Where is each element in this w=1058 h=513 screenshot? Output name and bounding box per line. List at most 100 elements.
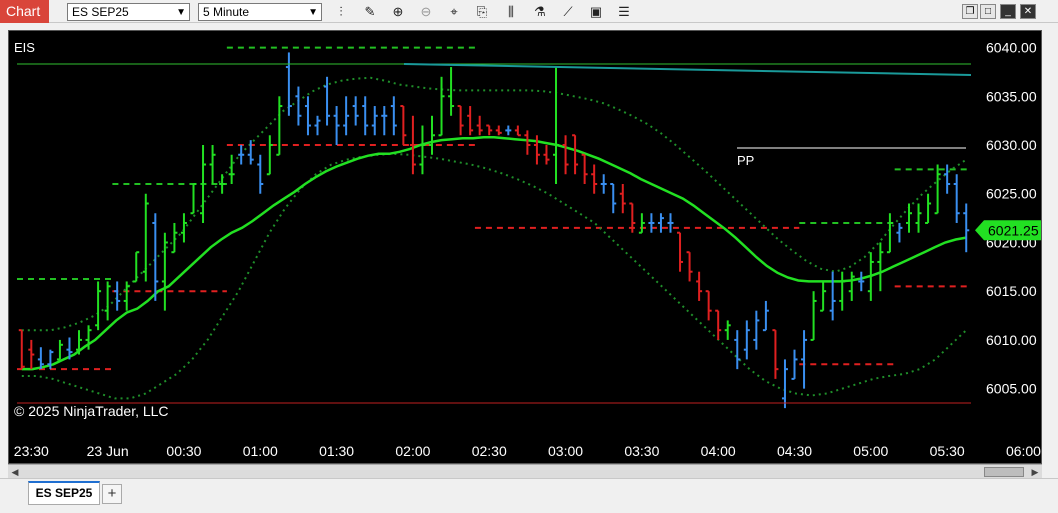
ohlc-bar bbox=[114, 281, 121, 311]
ohlc-bar bbox=[600, 174, 607, 194]
ohlc-bar bbox=[228, 154, 235, 184]
ohlc-bar bbox=[180, 213, 187, 243]
y-axis-tick-label: 6010.00 bbox=[986, 332, 1037, 348]
x-axis-tick-label: 02:00 bbox=[395, 443, 430, 459]
ohlc-bar bbox=[553, 67, 560, 184]
ohlc-bar bbox=[610, 182, 617, 214]
chart-window-label[interactable]: Chart bbox=[0, 0, 49, 23]
ohlc-bar bbox=[28, 339, 35, 370]
tab-es-sep25[interactable]: ES SEP25 bbox=[28, 481, 100, 505]
properties-icon[interactable]: ⎘ bbox=[473, 3, 491, 21]
scrollbar-thumb[interactable] bbox=[984, 467, 1024, 477]
ohlc-bar bbox=[743, 320, 750, 360]
ohlc-bar bbox=[333, 106, 340, 146]
instrument-select[interactable]: ES SEP25 ▼ bbox=[67, 3, 190, 21]
chart-trader-icon[interactable]: ⟋ bbox=[559, 3, 577, 21]
ohlc-bar bbox=[581, 153, 588, 184]
ohlc-bar bbox=[886, 213, 893, 254]
ohlc-bar bbox=[142, 193, 149, 282]
ohlc-bar bbox=[934, 164, 941, 215]
ohlc-bar bbox=[753, 310, 760, 350]
ohlc-bar bbox=[734, 330, 741, 370]
minimize-button[interactable]: _ bbox=[1000, 4, 1016, 19]
draw-pencil-icon[interactable]: ✎ bbox=[361, 3, 379, 21]
scroll-left-icon[interactable]: ◀ bbox=[8, 465, 22, 479]
ohlc-bar bbox=[667, 213, 674, 233]
ohlc-bar bbox=[238, 145, 245, 165]
x-axis-tick-label: 01:30 bbox=[319, 443, 354, 459]
ohlc-bar bbox=[648, 213, 655, 233]
data-box-icon[interactable]: ▣ bbox=[587, 3, 605, 21]
ohlc-bar bbox=[572, 134, 579, 175]
ohlc-bar bbox=[810, 291, 817, 341]
ohlc-bar bbox=[486, 124, 493, 136]
bar-type-icon[interactable]: ⫶ bbox=[332, 3, 350, 21]
ohlc-bar bbox=[839, 271, 846, 311]
ohlc-bar bbox=[896, 222, 903, 243]
y-axis-tick-label: 6015.00 bbox=[986, 283, 1037, 299]
x-axis-tick-label: 01:00 bbox=[243, 443, 278, 459]
chart-toolbar: Chart ES SEP25 ▼ 5 Minute ▼ ⫶ ✎ ⊕ ⊖ ⌖ ⎘ … bbox=[0, 0, 1058, 23]
add-tab-button[interactable]: + bbox=[102, 484, 122, 504]
chevron-down-icon: ▼ bbox=[308, 7, 318, 18]
ohlc-bar bbox=[419, 125, 426, 175]
ohlc-bar bbox=[858, 271, 865, 292]
close-button[interactable]: ✕ bbox=[1020, 4, 1036, 19]
trend-line bbox=[403, 63, 972, 76]
ohlc-bar bbox=[457, 105, 464, 136]
scroll-right-icon[interactable]: ▶ bbox=[1028, 465, 1042, 479]
band-upper-line bbox=[21, 76, 967, 332]
overlay-layer: PP bbox=[17, 63, 972, 404]
ohlc-bar bbox=[18, 329, 25, 370]
ohlc-bar bbox=[791, 349, 798, 380]
ohlc-bar bbox=[171, 222, 178, 254]
copyright-text: © 2025 NinjaTrader, LLC bbox=[14, 403, 169, 419]
y-axis-tick-label: 6005.00 bbox=[986, 381, 1037, 397]
ohlc-bar bbox=[877, 242, 884, 292]
ohlc-bar bbox=[304, 96, 311, 136]
ohlc-bar bbox=[123, 281, 130, 311]
x-axis-tick-label: 05:00 bbox=[853, 443, 888, 459]
restore-button[interactable]: ❐ bbox=[962, 4, 978, 19]
crosshair-icon[interactable]: ⌖ bbox=[445, 3, 463, 21]
bollinger-bands-layer bbox=[21, 76, 967, 400]
x-axis-tick-label: 23 Jun bbox=[87, 443, 129, 459]
price-chart[interactable]: PP 6040.00 6035.00 6030.00 6025.00 6020.00 60… bbox=[8, 30, 1042, 464]
more-menu-icon[interactable]: ☰ bbox=[615, 3, 633, 21]
ohlc-bar bbox=[591, 164, 598, 194]
sma-line bbox=[21, 135, 967, 371]
ohlc-bars-layer bbox=[18, 52, 970, 409]
ohlc-bar bbox=[390, 96, 397, 136]
zoom-in-icon[interactable]: ⊕ bbox=[389, 3, 407, 21]
ohlc-bar bbox=[657, 213, 664, 233]
horizontal-scrollbar[interactable]: ◀ ▶ bbox=[8, 464, 1042, 478]
zoom-out-icon[interactable]: ⊖ bbox=[417, 3, 435, 21]
strategies-icon[interactable]: ⚗ bbox=[531, 3, 549, 21]
ohlc-bar bbox=[820, 281, 827, 312]
maximize-button[interactable]: □ bbox=[980, 4, 996, 19]
ohlc-bar bbox=[495, 125, 502, 136]
ohlc-bar bbox=[963, 203, 970, 253]
ohlc-bar bbox=[438, 76, 445, 137]
interval-select[interactable]: 5 Minute ▼ bbox=[198, 3, 322, 21]
ohlc-bar bbox=[533, 135, 540, 165]
ohlc-bar bbox=[343, 96, 350, 136]
indicators-icon[interactable]: ⫼ bbox=[502, 3, 520, 21]
ohlc-bar bbox=[152, 213, 159, 301]
ohlc-bar bbox=[686, 251, 693, 282]
ohlc-bar bbox=[37, 347, 44, 370]
x-axis-tick-label: 02:30 bbox=[472, 443, 507, 459]
x-axis-tick-label: 03:00 bbox=[548, 443, 583, 459]
ohlc-bar bbox=[381, 106, 388, 136]
chart-canvas[interactable]: PP 6040.006035.006030.006025.006020.0060… bbox=[9, 31, 1042, 464]
ohlc-bar bbox=[448, 67, 455, 116]
x-axis-tick-label: 05:30 bbox=[930, 443, 965, 459]
ohlc-bar bbox=[352, 96, 359, 126]
y-axis-tick-label: 6025.00 bbox=[986, 186, 1037, 202]
ohlc-bar bbox=[161, 232, 168, 311]
ohlc-bar bbox=[543, 145, 550, 165]
x-axis-tick-label: 06:00 bbox=[1006, 443, 1041, 459]
ohlc-bar bbox=[476, 115, 483, 136]
ohlc-bar bbox=[314, 115, 321, 136]
ohlc-bar bbox=[638, 213, 645, 234]
